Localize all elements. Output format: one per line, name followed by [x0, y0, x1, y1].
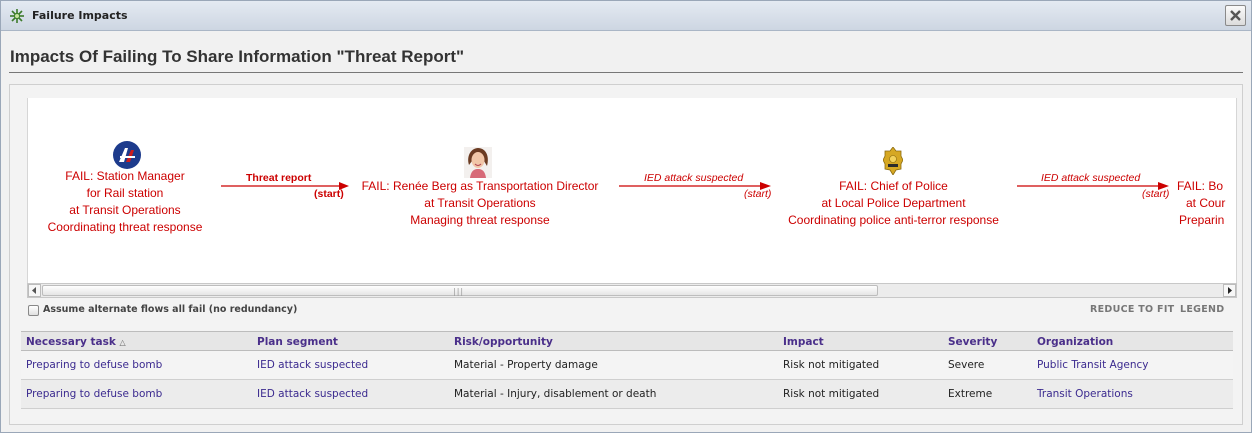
impacts-table: Necessary task △ Plan segment Risk/oppor… [21, 331, 1233, 409]
sort-ascending-icon: △ [119, 338, 126, 347]
node-line: FAIL: Renée Berg as Transportation Direc… [361, 179, 599, 193]
alternate-flows-label[interactable]: Assume alternate flows all fail (no redu… [43, 304, 297, 315]
window-titlebar[interactable]: Failure Impacts [1, 1, 1251, 31]
diagram-node-transportation-director[interactable]: FAIL: Renée Berg as Transportation Direc… [348, 178, 612, 229]
diagram-node-clipped[interactable]: FAIL: Bo at Cour Preparin [1177, 178, 1225, 229]
impacts-panel: FAIL: Station Manager for Rail station a… [9, 84, 1243, 425]
cell-severity: Extreme [948, 388, 993, 400]
close-icon [1230, 10, 1241, 21]
cell-necessary-task[interactable]: Preparing to defuse bomb [26, 359, 162, 371]
scroll-thumb[interactable]: ||| [42, 285, 878, 296]
cell-severity: Severe [948, 359, 985, 371]
legend-button[interactable]: LEGEND [1180, 304, 1224, 315]
node-line: Coordinating threat response [47, 220, 203, 234]
grip-icon: ||| [453, 287, 465, 296]
scroll-right-button[interactable] [1223, 284, 1236, 297]
cell-organization[interactable]: Transit Operations [1037, 388, 1133, 400]
gear-network-icon [9, 8, 25, 24]
title-divider [9, 72, 1243, 73]
column-header-risk-opportunity[interactable]: Risk/opportunity [454, 336, 553, 348]
cell-plan-segment[interactable]: IED attack suspected [257, 359, 368, 371]
node-line: at Local Police Department [821, 196, 966, 210]
cell-risk-opportunity: Material - Property damage [454, 359, 598, 371]
table-row: Preparing to defuse bomb IED attack susp… [21, 351, 1233, 380]
node-line: FAIL: Chief of Police [839, 179, 948, 193]
cell-impact: Risk not mitigated [783, 388, 880, 400]
scroll-left-button[interactable] [28, 284, 41, 297]
node-line: Preparin [1179, 213, 1225, 227]
edge-start-label: (start) [314, 188, 344, 200]
column-header-plan-segment[interactable]: Plan segment [257, 336, 338, 348]
alternate-flows-checkbox[interactable] [28, 305, 39, 316]
column-header-impact[interactable]: Impact [783, 336, 824, 348]
failure-impacts-window: Failure Impacts Impacts Of Failing To Sh… [0, 0, 1252, 433]
node-line: FAIL: Bo [1177, 179, 1224, 193]
node-line: FAIL: Station Manager [65, 169, 185, 183]
cell-necessary-task[interactable]: Preparing to defuse bomb [26, 388, 162, 400]
table-row: Preparing to defuse bomb IED attack susp… [21, 380, 1233, 409]
edge-start-label: (start) [744, 188, 772, 200]
close-button[interactable] [1225, 5, 1246, 26]
person-photo-icon [464, 147, 492, 181]
cell-plan-segment[interactable]: IED attack suspected [257, 388, 368, 400]
police-badge-icon [882, 146, 904, 178]
reduce-to-fit-button[interactable]: REDUCE TO FIT [1090, 304, 1174, 315]
diagram-node-chief-of-police[interactable]: FAIL: Chief of Police at Local Police De… [776, 178, 1011, 229]
node-line: Managing threat response [410, 213, 550, 227]
arrow-right-icon [1228, 287, 1232, 294]
window-title: Failure Impacts [32, 9, 128, 22]
arrow-left-icon [32, 287, 36, 294]
diagram-node-station-manager[interactable]: FAIL: Station Manager for Rail station a… [35, 168, 215, 236]
node-line: at Cour [1186, 196, 1226, 210]
column-header-severity[interactable]: Severity [948, 336, 997, 348]
node-line: at Transit Operations [69, 203, 181, 217]
cell-impact: Risk not mitigated [783, 359, 880, 371]
node-line: at Transit Operations [424, 196, 536, 210]
node-line: for Rail station [86, 186, 164, 200]
page-title: Impacts Of Failing To Share Information … [10, 47, 465, 66]
column-header-organization[interactable]: Organization [1037, 336, 1113, 348]
table-header: Necessary task △ Plan segment Risk/oppor… [21, 331, 1233, 351]
column-header-necessary-task[interactable]: Necessary task △ [26, 336, 126, 348]
failure-flow-diagram[interactable]: FAIL: Station Manager for Rail station a… [27, 98, 1237, 283]
edge-start-label: (start) [1142, 188, 1170, 200]
cell-organization[interactable]: Public Transit Agency [1037, 359, 1148, 371]
cell-risk-opportunity: Material - Injury, disablement or death [454, 388, 657, 400]
diagram-horizontal-scrollbar[interactable]: ||| [27, 283, 1237, 298]
node-line: Coordinating police anti-terror response [788, 213, 999, 227]
